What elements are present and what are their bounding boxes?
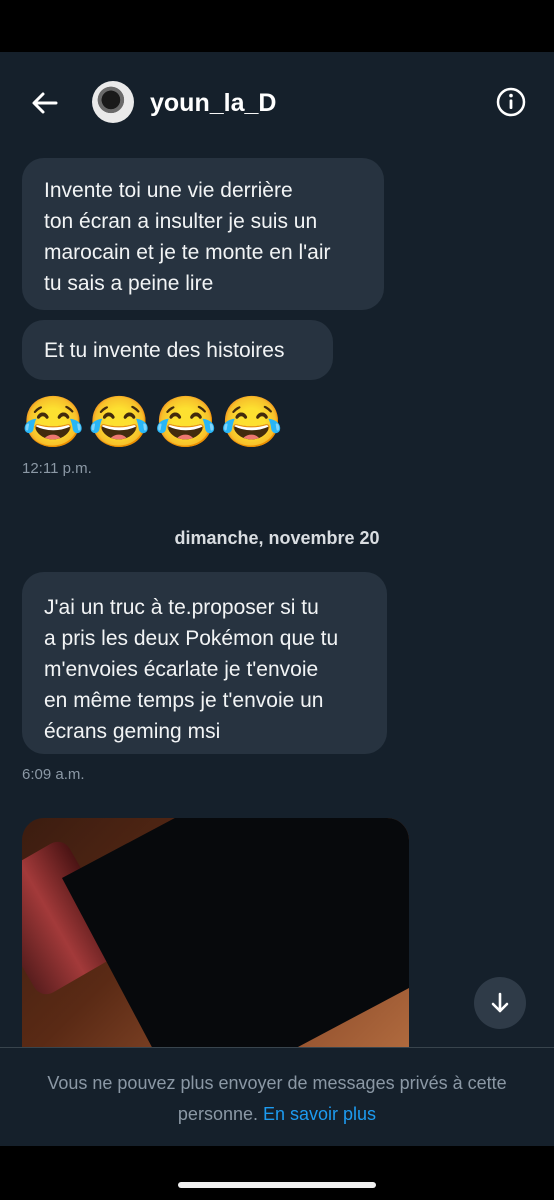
photo-object [62, 818, 409, 1048]
learn-more-link[interactable]: En savoir plus [263, 1104, 376, 1124]
arrow-left-icon [32, 92, 58, 114]
home-indicator[interactable] [178, 1182, 376, 1188]
date-separator: dimanche, novembre 20 [0, 528, 554, 549]
media-attachment[interactable] [22, 818, 409, 1048]
system-nav-bar [0, 1146, 554, 1200]
message-bubble[interactable]: Et tu invente des histoires [22, 320, 333, 380]
status-bar [0, 0, 554, 52]
arrow-down-icon [491, 992, 509, 1013]
info-button[interactable] [495, 86, 527, 118]
conversation-username[interactable]: youn_la_D [150, 89, 276, 118]
message-timestamp: 6:09 a.m. [22, 766, 85, 783]
emoji-message[interactable]: 😂😂😂😂 [22, 392, 287, 452]
scroll-down-button[interactable] [474, 977, 526, 1029]
date-separator-label: dimanche, novembre 20 [174, 528, 380, 548]
dm-disabled-notice: Vous ne pouvez plus envoyer de messages … [0, 1047, 554, 1146]
avatar[interactable] [92, 81, 134, 123]
message-bubble[interactable]: J'ai un truc à te.proposer si tu a pris … [22, 572, 387, 754]
conversation-header: youn_la_D [0, 52, 554, 152]
message-timestamp: 12:11 p.m. [22, 460, 92, 477]
back-button[interactable] [28, 86, 62, 120]
message-bubble[interactable]: Invente toi une vie derrière ton écran a… [22, 158, 384, 310]
info-circle-icon [496, 87, 526, 117]
